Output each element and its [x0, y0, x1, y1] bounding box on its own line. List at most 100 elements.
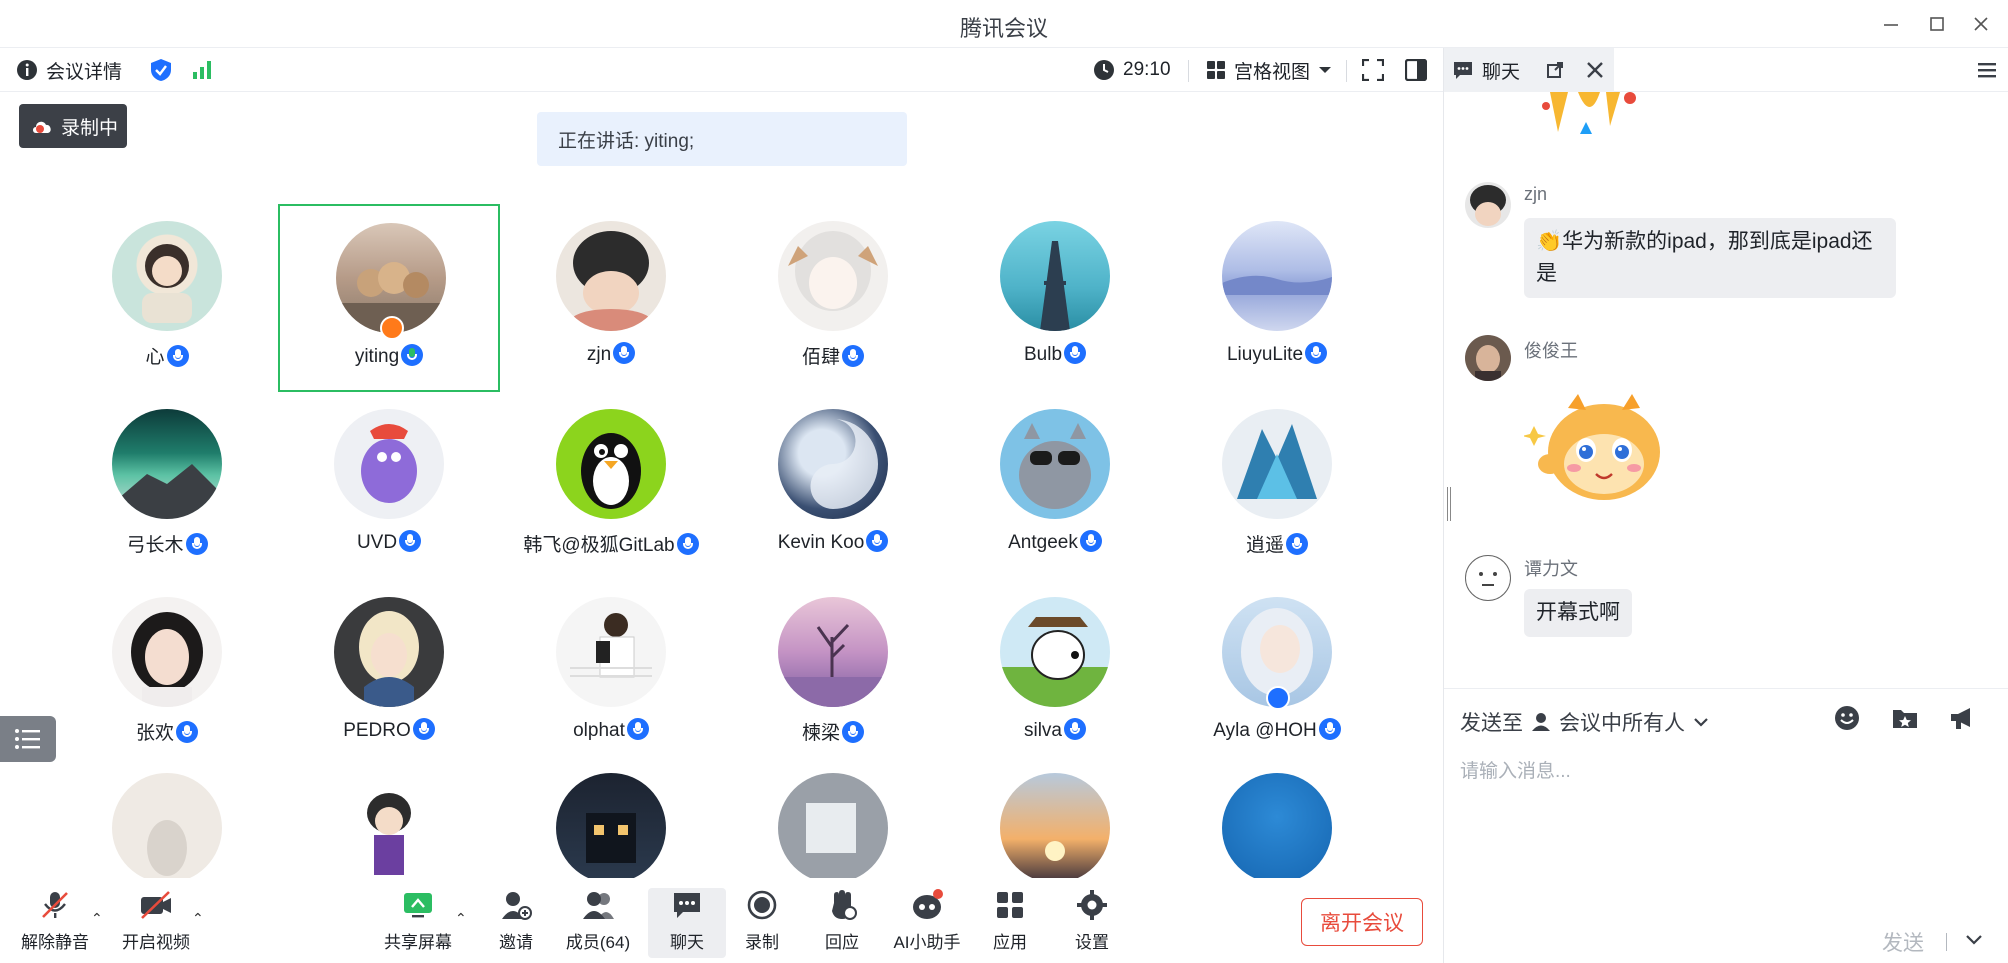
- participant-tile[interactable]: olphat: [500, 580, 722, 768]
- side-panel-toggle-icon[interactable]: [1405, 48, 1427, 92]
- participant-tile[interactable]: [500, 768, 722, 878]
- unmute-options-caret-icon[interactable]: ⌃: [91, 910, 103, 927]
- chat-compose-area: 发送至 会议中所有人 请输入消息... 发送: [1444, 688, 2008, 963]
- member-list-toggle[interactable]: [0, 716, 56, 762]
- message-bubble[interactable]: 开幕式啊: [1524, 589, 1632, 637]
- participant-tile[interactable]: [1166, 768, 1388, 878]
- participant-tile-active-speaker[interactable]: yiting: [278, 204, 500, 392]
- record-button[interactable]: 录制: [723, 888, 801, 958]
- pop-out-icon[interactable]: [1546, 61, 1564, 79]
- participant-tile[interactable]: Ayla @HOH: [1166, 580, 1388, 768]
- participant-tile[interactable]: Bulb: [944, 204, 1166, 392]
- participant-tile[interactable]: [56, 768, 278, 878]
- members-button[interactable]: 成员(64): [559, 888, 637, 958]
- participant-tile[interactable]: 张欢: [56, 580, 278, 768]
- ai-assistant-button[interactable]: AI小助手: [888, 888, 966, 958]
- microphone-icon: [842, 721, 864, 743]
- message-bubble[interactable]: 👏华为新款的ipad，那到底是ipad还是: [1524, 218, 1896, 298]
- participant-tile[interactable]: [944, 768, 1166, 878]
- start-video-button[interactable]: 开启视频: [117, 888, 195, 958]
- participant-tile[interactable]: 韩飞@极狐GitLab: [500, 392, 722, 580]
- participant-tile[interactable]: UVD: [278, 392, 500, 580]
- participant-name: LiuyuLite: [1226, 344, 1304, 365]
- gear-icon: [1075, 888, 1109, 922]
- settings-button[interactable]: 设置: [1053, 888, 1131, 958]
- react-label: 回应: [825, 933, 859, 952]
- send-options-chevron-icon[interactable]: [1965, 927, 1983, 956]
- microphone-icon: [626, 718, 649, 740]
- participant-name-row: 逍遥: [1166, 530, 1388, 557]
- window-title: 腾讯会议: [959, 16, 1048, 41]
- avatar: [778, 409, 888, 519]
- maximize-icon[interactable]: [1925, 12, 1949, 36]
- participant-name-row: LiuyuLite: [1166, 342, 1388, 366]
- resize-handle[interactable]: [1447, 487, 1451, 521]
- chat-button[interactable]: 聊天: [648, 888, 726, 958]
- share-screen-button[interactable]: 共享屏幕: [379, 888, 457, 958]
- close-chat-icon[interactable]: [1586, 61, 1604, 79]
- participant-tile[interactable]: 心: [56, 204, 278, 392]
- dragon-sticker-image[interactable]: [1522, 390, 1674, 510]
- participant-name-row: Ayla @HOH: [1166, 718, 1388, 742]
- meeting-details-button[interactable]: 会议详情: [16, 48, 122, 92]
- share-screen-icon: [401, 888, 435, 922]
- meeting-toolbar: 会议详情 29:10 宫格视图: [0, 48, 1443, 92]
- participant-name: Ayla @HOH: [1213, 720, 1317, 741]
- participant-tile[interactable]: LiuyuLite: [1166, 204, 1388, 392]
- record-label: 录制: [745, 933, 779, 952]
- security-shield-icon[interactable]: [150, 48, 172, 92]
- react-button[interactable]: 回应: [803, 888, 881, 958]
- chevron-down-icon: [1694, 718, 1708, 727]
- participant-name-row: 楝梁: [722, 718, 944, 745]
- invite-button[interactable]: 邀请: [477, 888, 555, 958]
- participant-tile[interactable]: Antgeek: [944, 392, 1166, 580]
- participant-tile[interactable]: [278, 768, 500, 878]
- avatar: [112, 409, 222, 519]
- participant-name: PEDRO: [343, 720, 411, 741]
- participant-tile[interactable]: PEDRO: [278, 580, 500, 768]
- participant-tile[interactable]: Kevin Koo: [722, 392, 944, 580]
- recording-badge[interactable]: 录制中: [19, 104, 127, 148]
- host-badge-icon: [380, 316, 404, 340]
- leave-meeting-button[interactable]: 离开会议: [1301, 898, 1423, 946]
- fullscreen-icon[interactable]: [1362, 48, 1384, 92]
- unmute-label: 解除静音: [21, 933, 89, 952]
- share-options-caret-icon[interactable]: ⌃: [455, 910, 467, 927]
- close-window-icon[interactable]: [1969, 12, 1993, 36]
- chat-tab[interactable]: 聊天: [1444, 48, 1614, 92]
- unmute-button[interactable]: 解除静音: [16, 888, 94, 958]
- hand-reaction-icon: [825, 888, 859, 922]
- participant-tile[interactable]: 逍遥: [1166, 392, 1388, 580]
- participant-row-partial: [0, 768, 1443, 878]
- menu-icon[interactable]: [1976, 59, 1998, 86]
- file-folder-icon[interactable]: [1890, 703, 1920, 733]
- participant-tile[interactable]: 佰肆: [722, 204, 944, 392]
- minimize-icon[interactable]: [1879, 12, 1903, 36]
- clock-icon: [1094, 60, 1114, 80]
- video-options-caret-icon[interactable]: ⌃: [192, 910, 204, 927]
- message-input[interactable]: 请输入消息...: [1460, 756, 1571, 783]
- participant-tile[interactable]: silva: [944, 580, 1166, 768]
- participant-name: Antgeek: [1008, 532, 1078, 553]
- participant-tile[interactable]: [722, 768, 944, 878]
- send-to-selector[interactable]: 发送至 会议中所有人: [1460, 707, 1709, 737]
- video-off-icon: [139, 888, 173, 922]
- chat-tab-label: 聊天: [1482, 61, 1521, 83]
- avatar: [1465, 555, 1511, 601]
- info-icon: [17, 60, 37, 80]
- send-button[interactable]: 发送: [1882, 927, 1924, 957]
- grid-view-dropdown[interactable]: 宫格视图: [1206, 48, 1332, 92]
- participant-tile[interactable]: 弓长木: [56, 392, 278, 580]
- avatar: [1000, 221, 1110, 331]
- emoji-icon[interactable]: [1832, 703, 1862, 733]
- participant-tile[interactable]: zjn: [500, 204, 722, 392]
- participant-tile[interactable]: 楝梁: [722, 580, 944, 768]
- microphone-icon: [676, 533, 699, 555]
- participant-name: olphat: [573, 720, 625, 741]
- apps-button[interactable]: 应用: [971, 888, 1049, 958]
- announcement-icon[interactable]: [1947, 703, 1977, 733]
- ai-assistant-icon: [910, 888, 944, 922]
- participant-name: UVD: [356, 532, 398, 553]
- network-signal-icon[interactable]: [192, 48, 214, 92]
- apps-label: 应用: [993, 933, 1027, 952]
